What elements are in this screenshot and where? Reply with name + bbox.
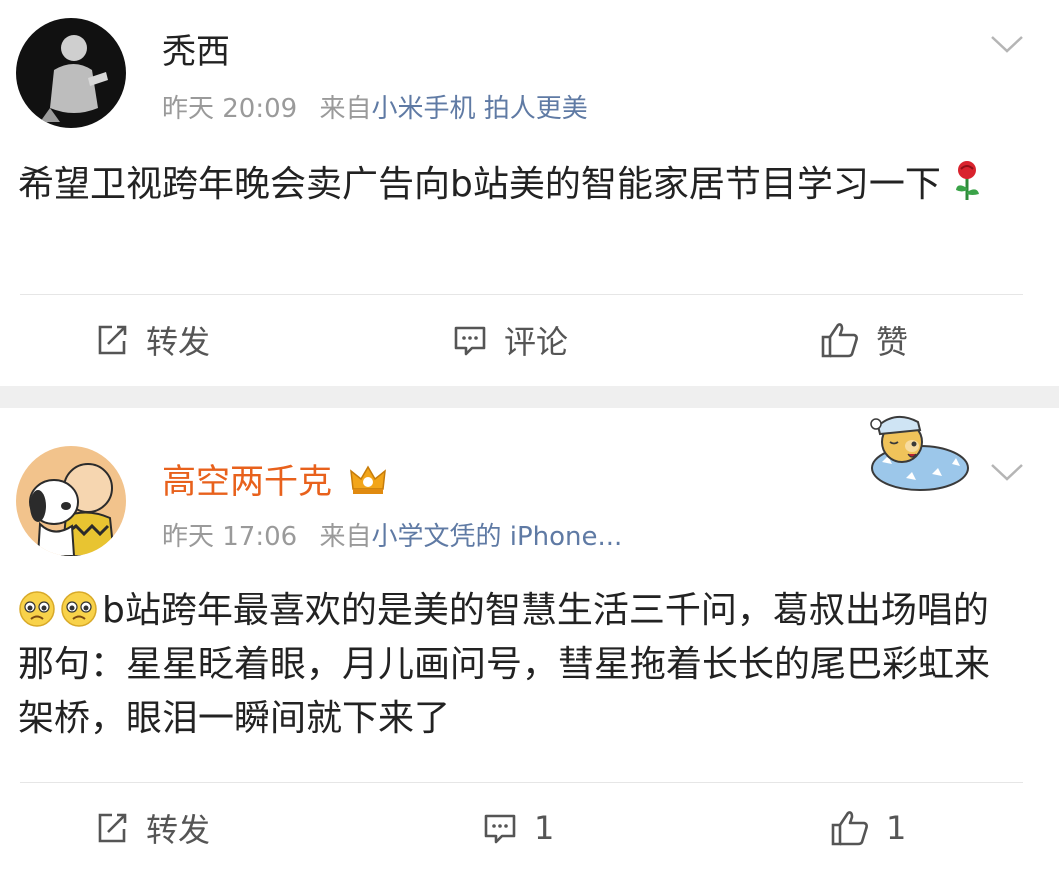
comment-button[interactable]: 1	[482, 803, 554, 853]
comment-count: 1	[534, 809, 555, 847]
avatar[interactable]	[16, 446, 126, 556]
teary-face-emoji	[19, 591, 55, 627]
post-time: 昨天 17:06	[162, 522, 298, 552]
like-button[interactable]: 1	[830, 803, 906, 853]
teary-face-emoji	[61, 591, 97, 627]
chevron-down-icon[interactable]	[989, 32, 1025, 56]
like-count: 1	[886, 809, 907, 847]
weibo-post: 高空两千克 昨天 17:06 来自小学文凭的 iPhone... b站跨年最喜欢…	[0, 408, 1059, 870]
post-meta: 昨天 20:09 来自小米手机 拍人更美	[162, 94, 588, 124]
post-content: b站跨年最喜欢的是美的智慧生活三千问，葛叔出场唱的那句：星星眨着眼，月儿画问号，…	[18, 584, 1019, 746]
post-time: 昨天 20:09	[162, 94, 298, 124]
post-source-link[interactable]: 小学文凭的 iPhone...	[371, 522, 622, 552]
comment-icon	[454, 326, 486, 356]
like-label: 赞	[876, 323, 909, 361]
repost-label: 转发	[146, 811, 211, 849]
sleeping-bear-sticker	[870, 415, 969, 491]
repost-button[interactable]: 转发	[94, 803, 210, 853]
comment-label: 评论	[504, 323, 569, 361]
username[interactable]: 高空两千克	[162, 462, 387, 502]
divider	[20, 294, 1023, 295]
post-source-link[interactable]: 小米手机 拍人更美	[371, 94, 587, 124]
repost-icon	[98, 325, 127, 355]
from-label: 来自	[319, 522, 372, 552]
post-text: b站跨年最喜欢的是美的智慧生活三千问，葛叔出场唱的那句：星星眨着眼，月儿画问号，…	[18, 590, 991, 739]
avatar[interactable]	[16, 18, 126, 128]
post-content: 希望卫视跨年晚会卖广告向b站美的智能家居节目学习一下	[18, 158, 1019, 212]
comment-icon	[484, 814, 516, 844]
thumbs-up-icon	[831, 811, 868, 846]
crown-icon[interactable]	[349, 463, 387, 497]
thumbs-up-icon	[821, 323, 858, 358]
like-button[interactable]: 赞	[820, 315, 908, 365]
repost-label: 转发	[146, 323, 211, 361]
from-label: 来自	[319, 94, 372, 124]
feed-separator	[0, 386, 1059, 408]
username[interactable]: 秃西	[162, 32, 230, 72]
weibo-post: 秃西 昨天 20:09 来自小米手机 拍人更美 希望卫视跨年晚会卖广告向b站美的…	[0, 0, 1059, 386]
rose-emoji	[956, 161, 980, 200]
username-text: 高空两千克	[162, 462, 332, 502]
repost-icon	[98, 813, 127, 843]
post-text: 希望卫视跨年晚会卖广告向b站美的智能家居节目学习一下	[18, 164, 941, 205]
post-meta: 昨天 17:06 来自小学文凭的 iPhone...	[162, 522, 622, 552]
comment-button[interactable]: 评论	[452, 315, 568, 365]
chevron-down-icon[interactable]	[989, 460, 1025, 484]
divider	[20, 782, 1023, 783]
repost-button[interactable]: 转发	[94, 315, 210, 365]
